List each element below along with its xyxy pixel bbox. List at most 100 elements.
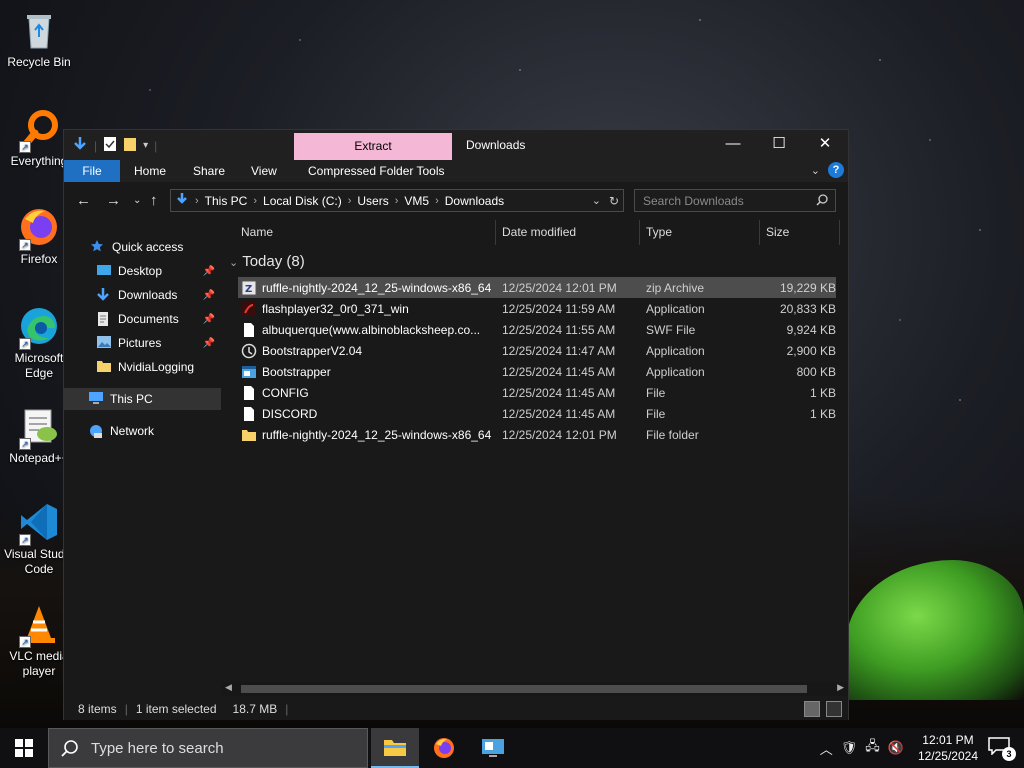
column-header-type[interactable]: Type bbox=[640, 220, 760, 245]
pin-icon[interactable]: 📌 bbox=[203, 338, 215, 349]
expand-ribbon-icon[interactable]: ⌄ bbox=[811, 164, 820, 177]
tab-view[interactable]: View bbox=[241, 160, 287, 182]
status-bar: 8 items | 1 item selected 18.7 MB | bbox=[64, 698, 848, 720]
security-shield-icon[interactable]: 🛡 bbox=[841, 740, 858, 756]
column-header-date[interactable]: Date modified bbox=[496, 220, 640, 245]
file-row[interactable]: Bootstrapper 12/25/2024 11:45 AM Applica… bbox=[238, 361, 836, 382]
properties-icon[interactable] bbox=[103, 136, 117, 155]
pin-icon[interactable]: 📌 bbox=[203, 266, 215, 277]
column-header-name[interactable]: Name bbox=[221, 220, 496, 245]
windows-logo-icon bbox=[15, 739, 33, 757]
nav-quick-access[interactable]: Quick access bbox=[64, 236, 221, 258]
tab-home[interactable]: Home bbox=[124, 160, 176, 182]
blank-file-icon bbox=[241, 406, 257, 422]
new-folder-icon[interactable] bbox=[123, 136, 137, 155]
downloads-icon bbox=[96, 287, 112, 303]
group-label: Today (8) bbox=[242, 253, 305, 270]
qat-dropdown-icon[interactable]: ▾ bbox=[143, 140, 148, 151]
minimize-button[interactable]: — bbox=[710, 130, 756, 160]
close-button[interactable]: ✕ bbox=[802, 130, 848, 160]
selection-size: 18.7 MB bbox=[232, 702, 278, 716]
file-row[interactable]: CONFIG 12/25/2024 11:45 AM File 1 KB bbox=[238, 382, 836, 403]
taskbar-clock[interactable]: 12:01 PM 12/25/2024 bbox=[918, 732, 978, 764]
volume-muted-icon[interactable]: 🔇 bbox=[888, 740, 904, 756]
group-header[interactable]: ⌄ Today (8) bbox=[229, 253, 305, 270]
file-explorer-icon bbox=[384, 740, 406, 756]
start-button[interactable] bbox=[0, 728, 48, 768]
taskbar-remote-desktop[interactable] bbox=[469, 728, 517, 768]
nav-desktop[interactable]: Desktop 📌 bbox=[64, 260, 221, 282]
taskbar-search-placeholder: Type here to search bbox=[91, 739, 224, 757]
address-bar[interactable]: › This PC › Local Disk (C:) › Users › VM… bbox=[170, 189, 624, 212]
taskbar-firefox[interactable] bbox=[420, 728, 468, 768]
vscode-icon: ↗ bbox=[17, 500, 61, 546]
large-icons-view-button[interactable] bbox=[826, 701, 842, 717]
firefox-icon bbox=[434, 738, 454, 758]
collapse-chevron-icon[interactable]: ⌄ bbox=[229, 257, 238, 269]
system-tray: ︿ 🛡 🖧 🔇 12:01 PM 12/25/2024 3 bbox=[816, 728, 1024, 768]
nav-nvidialogging[interactable]: NvidiaLogging bbox=[64, 356, 221, 378]
svg-text:Z: Z bbox=[245, 284, 252, 295]
file-row[interactable]: Z ruffle-nightly-2024_12_25-windows-x86_… bbox=[238, 277, 836, 298]
back-arrow-icon[interactable]: ← bbox=[76, 192, 91, 209]
folder-icon bbox=[96, 359, 112, 375]
nav-downloads[interactable]: Downloads 📌 bbox=[64, 284, 221, 306]
scrollbar-thumb[interactable] bbox=[241, 685, 807, 693]
address-bar-row: ← → ⌄ ↑ › This PC › Local Disk (C:) › Us… bbox=[64, 186, 848, 216]
pin-icon[interactable]: 📌 bbox=[203, 314, 215, 325]
forward-arrow-icon[interactable]: → bbox=[106, 192, 121, 209]
file-row[interactable]: albuquerque(www.albinoblacksheep.co... 1… bbox=[238, 319, 836, 340]
nav-pictures[interactable]: Pictures 📌 bbox=[64, 332, 221, 354]
file-row[interactable]: flashplayer32_0r0_371_win 12/25/2024 11:… bbox=[238, 298, 836, 319]
breadcrumb-vm5[interactable]: VM5 bbox=[398, 194, 435, 208]
clock-date: 12/25/2024 bbox=[917, 749, 978, 763]
network-icon bbox=[88, 423, 104, 439]
taskbar-search-box[interactable]: Type here to search bbox=[48, 728, 368, 768]
notepadpp-icon: ↗ bbox=[17, 404, 61, 450]
scroll-right-icon[interactable]: ▶ bbox=[837, 682, 844, 693]
maximize-button[interactable]: ☐ bbox=[756, 130, 802, 160]
taskbar-file-explorer[interactable] bbox=[371, 728, 419, 768]
file-row[interactable]: BootstrapperV2.04 12/25/2024 11:47 AM Ap… bbox=[238, 340, 836, 361]
nav-this-pc[interactable]: This PC bbox=[64, 388, 221, 410]
notification-center-button[interactable]: 3 bbox=[988, 737, 1016, 761]
search-icon[interactable] bbox=[816, 194, 828, 209]
refresh-icon[interactable]: ↻ bbox=[609, 194, 619, 208]
download-arrow-icon[interactable] bbox=[72, 136, 88, 155]
help-icon[interactable]: ? bbox=[828, 162, 844, 178]
ribbon-tabs: File Home Share View Compressed Folder T… bbox=[64, 160, 848, 182]
edge-icon: ↗ bbox=[17, 304, 61, 350]
tab-extract[interactable]: Extract bbox=[294, 133, 452, 160]
pin-icon[interactable]: 📌 bbox=[203, 290, 215, 301]
nav-documents[interactable]: Documents 📌 bbox=[64, 308, 221, 330]
up-arrow-icon[interactable]: ↑ bbox=[150, 192, 158, 209]
recent-locations-icon[interactable]: ⌄ bbox=[133, 195, 141, 206]
file-row[interactable]: DISCORD 12/25/2024 11:45 AM File 1 KB bbox=[238, 403, 836, 424]
breadcrumb-local-disk[interactable]: Local Disk (C:) bbox=[257, 194, 348, 208]
search-input[interactable] bbox=[634, 189, 836, 212]
horizontal-scrollbar[interactable]: ◀ ▶ bbox=[221, 682, 848, 696]
details-view-button[interactable] bbox=[804, 701, 820, 717]
downloads-folder-icon bbox=[175, 192, 189, 209]
nav-label: NvidiaLogging bbox=[118, 360, 195, 374]
nav-label: Quick access bbox=[112, 240, 184, 254]
title-bar[interactable]: | ▾ | Extract Downloads — ☐ ✕ bbox=[64, 130, 848, 160]
tab-file[interactable]: File bbox=[64, 160, 120, 182]
item-count: 8 items bbox=[78, 702, 117, 716]
tab-share[interactable]: Share bbox=[183, 160, 235, 182]
computer-icon bbox=[88, 391, 104, 407]
column-header-size[interactable]: Size bbox=[760, 220, 840, 245]
pictures-icon bbox=[96, 335, 112, 351]
breadcrumb-users[interactable]: Users bbox=[351, 194, 394, 208]
breadcrumb-downloads[interactable]: Downloads bbox=[439, 194, 510, 208]
show-hidden-icons-icon[interactable]: ︿ bbox=[820, 739, 833, 758]
file-row[interactable]: ruffle-nightly-2024_12_25-windows-x86_64… bbox=[238, 424, 836, 445]
scroll-left-icon[interactable]: ◀ bbox=[225, 682, 232, 693]
tab-compressed-folder-tools[interactable]: Compressed Folder Tools bbox=[298, 160, 455, 182]
breadcrumb-this-pc[interactable]: This PC bbox=[199, 194, 254, 208]
nav-label: Desktop bbox=[118, 264, 163, 278]
address-dropdown-icon[interactable]: ⌄ bbox=[592, 194, 601, 207]
nav-network[interactable]: Network bbox=[64, 420, 221, 442]
network-status-icon[interactable]: 🖧 bbox=[865, 737, 880, 759]
desktop-icon-recycle-bin[interactable]: Recycle Bin bbox=[0, 8, 78, 70]
